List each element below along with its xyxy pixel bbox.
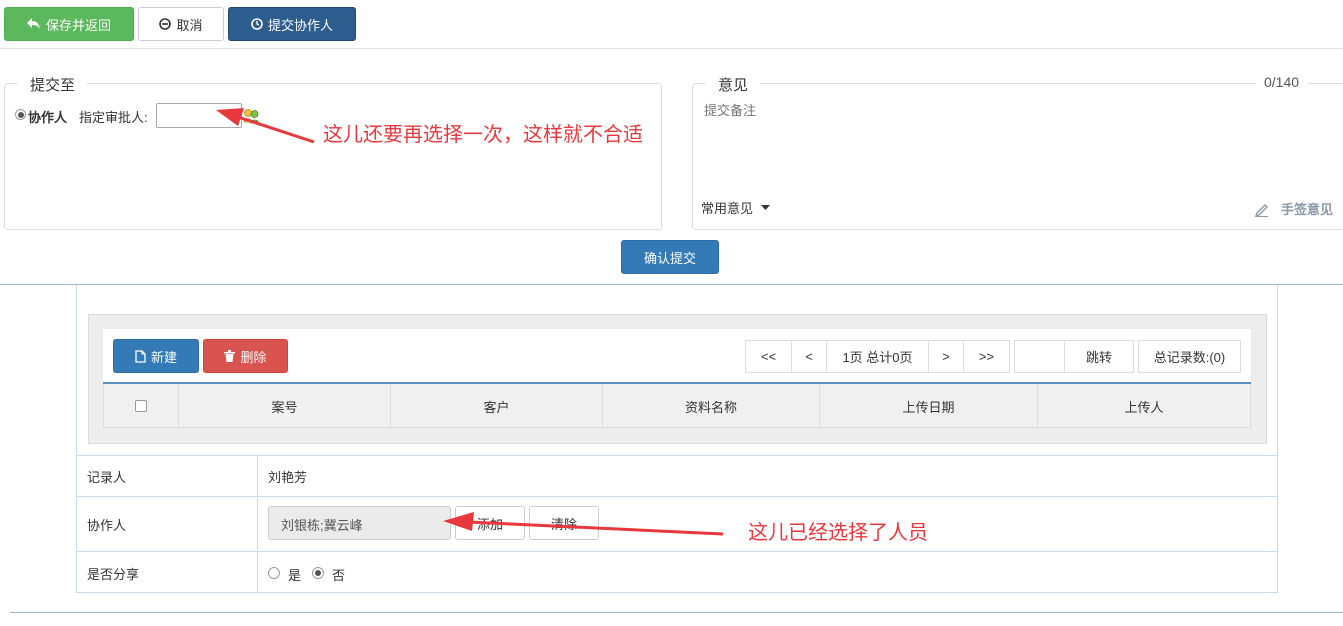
opinion-textarea[interactable] [700, 96, 1336, 186]
toolbar-divider [0, 48, 1343, 49]
share-yes-label: 是 [288, 568, 302, 583]
annotation-arrow-top [216, 108, 315, 144]
total-records-button[interactable]: 总记录数:(0) [1138, 340, 1241, 373]
column-header-client[interactable]: 客户 [391, 384, 603, 428]
select-all-checkbox[interactable] [134, 400, 147, 412]
pager-first-button[interactable]: << [745, 340, 792, 373]
new-button[interactable]: 新建 [113, 339, 199, 373]
share-no-label: 否 [332, 568, 346, 583]
pager-status: 1页 总计0页 [826, 340, 929, 373]
share-label: 是否分享 [87, 567, 140, 582]
pager-jump-input[interactable] [1014, 340, 1065, 373]
delete-button[interactable]: 删除 [203, 339, 288, 373]
handwritten-opinion-label: 手签意见 [1281, 202, 1334, 217]
common-opinion-label: 常用意见 [701, 201, 754, 216]
save-and-return-label: 保存并返回 [45, 17, 111, 33]
annotation-text-bottom: 这儿已经选择了人员 [748, 522, 928, 544]
caret-down-icon [761, 204, 771, 210]
pencil-icon [1254, 203, 1268, 217]
select-all-cell [103, 384, 179, 428]
column-header-document-name[interactable]: 资料名称 [603, 384, 820, 428]
submit-collaborator-button[interactable]: 提交协作人 [228, 7, 356, 41]
confirm-submit-label: 确认提交 [643, 250, 696, 266]
file-icon [135, 349, 146, 363]
recorder-value: 刘艳芳 [268, 470, 308, 485]
share-no-radio[interactable] [312, 567, 324, 579]
trash-icon [224, 350, 236, 362]
opinion-counter: 0/140 [1256, 74, 1308, 90]
column-header-uploader[interactable]: 上传人 [1038, 384, 1251, 428]
cancel-button[interactable]: 取消 [138, 7, 224, 41]
cancel-label: 取消 [176, 17, 203, 33]
opinion-legend: 意见 [706, 74, 761, 95]
confirm-submit-button[interactable]: 确认提交 [621, 240, 719, 274]
submit-to-panel [4, 83, 662, 230]
handwritten-opinion-button[interactable]: 手签意见 [1254, 199, 1333, 218]
column-header-upload-date[interactable]: 上传日期 [820, 384, 1038, 428]
submit-to-legend: 提交至 [18, 74, 88, 95]
collaborator-textarea[interactable]: 刘银栋;冀云峰 [268, 506, 451, 540]
submit-collaborator-label: 提交协作人 [267, 17, 333, 33]
pager-prev-button[interactable]: < [791, 340, 827, 373]
new-label: 新建 [150, 349, 177, 365]
recorder-label: 记录人 [87, 470, 127, 485]
collaborator-value: 刘银栋;冀云峰 [281, 518, 363, 533]
collaborator-radio-label: 协作人 [28, 110, 68, 125]
minus-circle-icon [159, 18, 172, 30]
delete-label: 删除 [240, 349, 267, 365]
collaborator-label: 协作人 [87, 518, 127, 533]
annotation-arrow-bottom [443, 512, 724, 536]
pager-next-button[interactable]: > [928, 340, 964, 373]
clock-icon [251, 18, 263, 30]
form-label-column-divider [257, 455, 258, 593]
annotation-text-top: 这儿还要再选择一次，这样就不合适 [323, 124, 643, 146]
common-opinion-dropdown[interactable]: 常用意见 [701, 198, 771, 217]
column-header-case-no[interactable]: 案号 [179, 384, 391, 428]
bottom-divider [10, 612, 1343, 613]
approver-label: 指定审批人: [79, 110, 148, 125]
pager-last-button[interactable]: >> [963, 340, 1010, 373]
collaborator-radio[interactable] [15, 109, 26, 120]
share-yes-radio[interactable] [268, 567, 280, 579]
pager-jump-button[interactable]: 跳转 [1064, 340, 1134, 373]
return-arrow-icon [26, 18, 40, 29]
save-and-return-button[interactable]: 保存并返回 [4, 7, 134, 41]
